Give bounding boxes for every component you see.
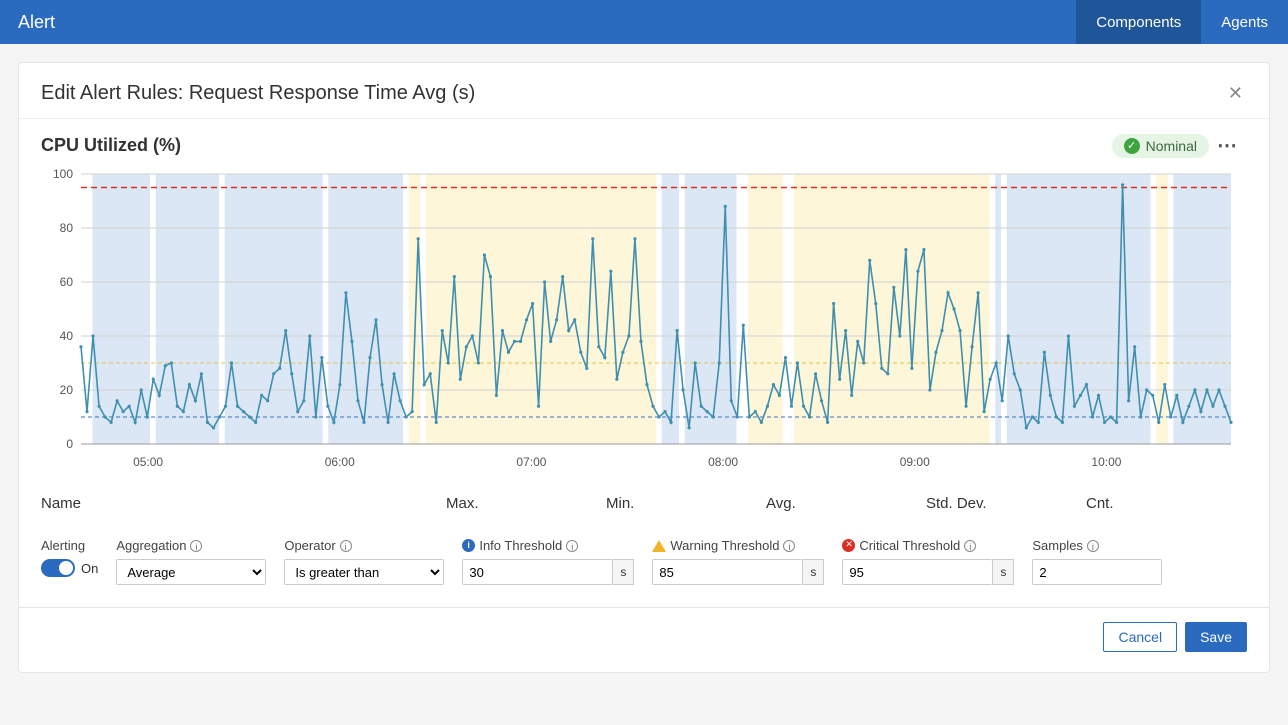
info-threshold-icon xyxy=(462,539,475,552)
warning-threshold-input[interactable] xyxy=(652,559,802,585)
cpu-chart: 0 20 40 60 80 100 05:00 06:00 07:00 08:00 09:00 10:… xyxy=(41,164,1241,474)
info-icon[interactable]: i xyxy=(190,540,202,552)
info-icon[interactable]: i xyxy=(566,540,578,552)
more-icon[interactable]: ⋯ xyxy=(1209,133,1247,158)
chart-title: CPU Utilized (%) xyxy=(41,135,1112,156)
page-title: Alert xyxy=(0,12,1076,33)
samples-label: Samples xyxy=(1032,538,1083,553)
chart-header: CPU Utilized (%) ✓ Nominal ⋯ xyxy=(19,119,1269,164)
alerting-value: On xyxy=(81,561,98,576)
operator-group: Operator i Is greater than xyxy=(284,538,444,585)
col-avg: Avg. xyxy=(766,495,926,512)
svg-text:08:00: 08:00 xyxy=(708,455,738,469)
svg-text:07:00: 07:00 xyxy=(516,455,546,469)
tab-components[interactable]: Components xyxy=(1076,0,1201,44)
modal-title: Edit Alert Rules: Request Response Time … xyxy=(41,82,1224,105)
svg-text:0: 0 xyxy=(66,437,73,451)
svg-text:100: 100 xyxy=(53,167,73,181)
col-cnt: Cnt. xyxy=(1086,495,1246,512)
info-icon[interactable]: i xyxy=(964,540,976,552)
warning-threshold-group: Warning Threshold i s xyxy=(652,538,824,585)
info-icon[interactable]: i xyxy=(783,540,795,552)
critical-threshold-input[interactable] xyxy=(842,559,992,585)
col-max: Max. xyxy=(446,495,606,512)
svg-text:10:00: 10:00 xyxy=(1091,455,1121,469)
aggregation-select[interactable]: Average xyxy=(116,559,266,585)
critical-threshold-group: Critical Threshold i s xyxy=(842,538,1014,585)
svg-text:80: 80 xyxy=(60,221,74,235)
warning-threshold-icon xyxy=(652,540,666,552)
samples-input[interactable] xyxy=(1032,559,1162,585)
col-stddev: Std. Dev. xyxy=(926,495,1086,512)
status-text: Nominal xyxy=(1146,138,1197,154)
warning-threshold-label: Warning Threshold xyxy=(670,538,779,553)
close-icon[interactable]: ✕ xyxy=(1224,79,1247,108)
chart-area: 0 20 40 60 80 100 05:00 06:00 07:00 08:00 09:00 10:… xyxy=(19,164,1269,479)
action-buttons: Cancel Save xyxy=(19,608,1269,672)
operator-select[interactable]: Is greater than xyxy=(284,559,444,585)
aggregation-group: Aggregation i Average xyxy=(116,538,266,585)
svg-text:09:00: 09:00 xyxy=(900,455,930,469)
info-threshold-label: Info Threshold xyxy=(479,538,562,553)
info-icon[interactable]: i xyxy=(340,540,352,552)
alerting-group: Alerting On xyxy=(41,538,98,585)
col-name: Name xyxy=(41,495,446,512)
alerting-toggle[interactable] xyxy=(41,559,75,577)
unit-label: s xyxy=(992,559,1014,585)
svg-text:60: 60 xyxy=(60,275,74,289)
save-button[interactable]: Save xyxy=(1185,622,1247,652)
status-badge: ✓ Nominal xyxy=(1112,134,1209,158)
cancel-button[interactable]: Cancel xyxy=(1103,622,1177,652)
svg-text:05:00: 05:00 xyxy=(133,455,163,469)
alerting-label: Alerting xyxy=(41,538,98,553)
alert-form: Alerting On Aggregation i Average Operat… xyxy=(19,522,1269,608)
topbar: Alert Components Agents xyxy=(0,0,1288,44)
col-min: Min. xyxy=(606,495,766,512)
stats-headers: Name Max. Min. Avg. Std. Dev. Cnt. xyxy=(19,479,1269,522)
unit-label: s xyxy=(612,559,634,585)
operator-label: Operator xyxy=(284,538,335,553)
topbar-tabs: Components Agents xyxy=(1076,0,1288,44)
aggregation-label: Aggregation xyxy=(116,538,186,553)
svg-text:20: 20 xyxy=(60,383,74,397)
unit-label: s xyxy=(802,559,824,585)
edit-alert-panel: Edit Alert Rules: Request Response Time … xyxy=(18,62,1270,673)
panel-header: Edit Alert Rules: Request Response Time … xyxy=(19,63,1269,119)
svg-text:06:00: 06:00 xyxy=(325,455,355,469)
critical-threshold-label: Critical Threshold xyxy=(859,538,960,553)
info-threshold-input[interactable] xyxy=(462,559,612,585)
info-icon[interactable]: i xyxy=(1087,540,1099,552)
info-threshold-group: Info Threshold i s xyxy=(462,538,634,585)
critical-threshold-icon xyxy=(842,539,855,552)
samples-group: Samples i xyxy=(1032,538,1162,585)
check-icon: ✓ xyxy=(1124,138,1140,154)
svg-text:40: 40 xyxy=(60,329,74,343)
tab-agents[interactable]: Agents xyxy=(1201,0,1288,44)
